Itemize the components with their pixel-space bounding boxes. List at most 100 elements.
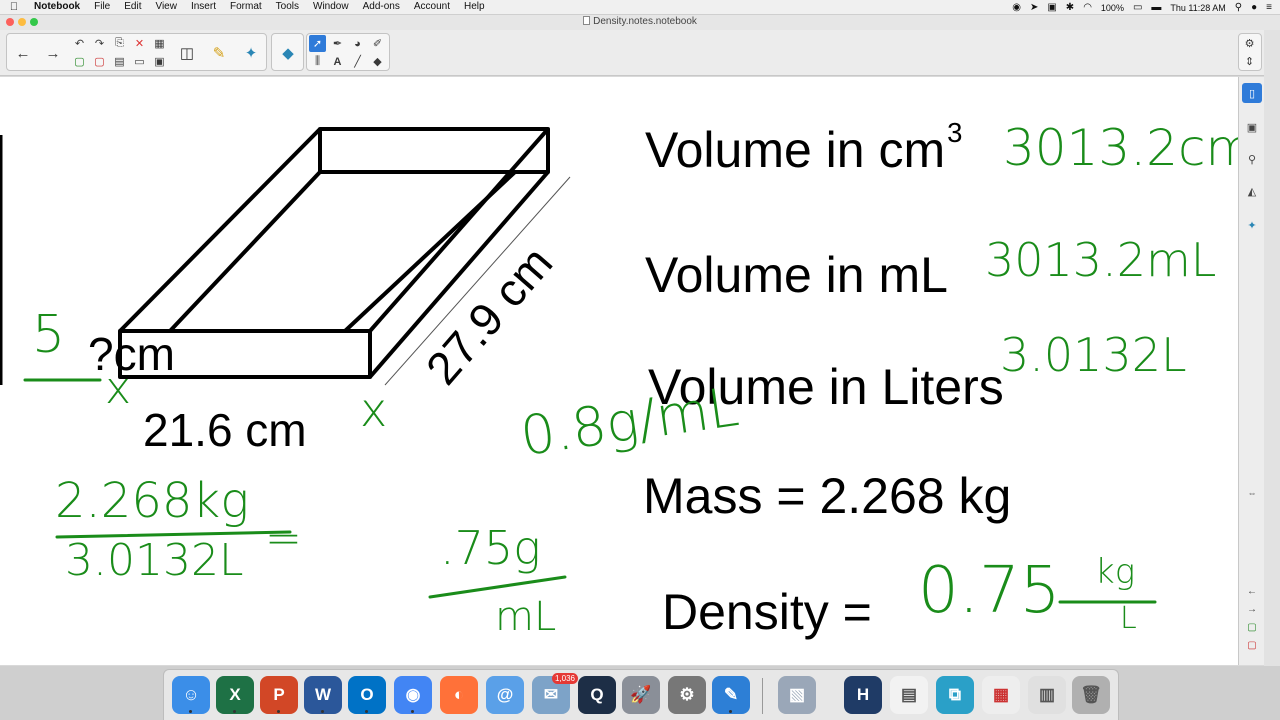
chrome-icon[interactable]: ◉: [394, 676, 432, 714]
menu-insert[interactable]: Insert: [184, 0, 223, 14]
save-icon[interactable]: ▤: [111, 53, 128, 70]
ink-answer-ml[interactable]: 3013.2mL: [985, 237, 1216, 283]
addons-icon[interactable]: ✦: [239, 41, 263, 65]
mail-icon[interactable]: @: [486, 676, 524, 714]
notebook-page[interactable]: Volume in cm3 Volume in mL Volume in Lit…: [0, 77, 1238, 665]
sidebar-add-page-icon[interactable]: ▢: [1242, 617, 1262, 637]
h-app-icon[interactable]: H: [844, 676, 882, 714]
ink-equals[interactable]: =: [265, 517, 302, 561]
label-volume-cm[interactable]: Volume in cm3: [645, 119, 962, 175]
lesson-activity-icon[interactable]: ◆: [276, 41, 300, 65]
move-left-icon[interactable]: ←: [1242, 581, 1262, 601]
word-icon[interactable]: W: [304, 676, 342, 714]
menu-addons[interactable]: Add-ons: [356, 0, 407, 14]
menu-account[interactable]: Account: [407, 0, 457, 14]
wifi-icon[interactable]: ◠: [1083, 1, 1092, 15]
excel-icon[interactable]: X: [216, 676, 254, 714]
bluetooth-icon[interactable]: ✱: [1066, 1, 1074, 15]
ink-answer-cm3[interactable]: 3013.2cm3: [1003, 120, 1238, 173]
label-volume-ml[interactable]: Volume in mL: [645, 250, 948, 300]
notebook-app-icon[interactable]: ✎: [712, 676, 750, 714]
table-icon[interactable]: ▦: [151, 35, 168, 52]
menu-app-name[interactable]: Notebook: [28, 0, 87, 14]
sidebar-delete-page-icon[interactable]: ▢: [1242, 635, 1262, 655]
gallery-icon[interactable]: ▣: [1242, 117, 1262, 137]
undo-icon[interactable]: ↶: [71, 35, 88, 52]
finder-icon[interactable]: ☺: [172, 676, 210, 714]
screen-recorder-icon[interactable]: ⧉: [936, 676, 974, 714]
location-icon[interactable]: ➤: [1030, 1, 1038, 15]
menu-edit[interactable]: Edit: [117, 0, 148, 14]
battery-icon[interactable]: ▭: [1133, 1, 1142, 15]
clock[interactable]: Thu 11:28 AM: [1170, 3, 1225, 13]
text-tool-icon[interactable]: A: [329, 53, 346, 70]
sidebar-expand-icon[interactable]: ⇔: [1242, 483, 1262, 503]
mail-stamp-icon[interactable]: ✉ 1,036: [532, 673, 578, 714]
menu-format[interactable]: Format: [223, 0, 269, 14]
ink-x-mark-1[interactable]: x: [105, 367, 131, 411]
spotlight-icon[interactable]: ⚲: [1235, 1, 1242, 15]
ink-answer-l[interactable]: 3.0132L: [1000, 332, 1187, 378]
apple-menu-icon[interactable]: : [0, 1, 28, 13]
system-preferences-icon[interactable]: ⚙: [668, 676, 706, 714]
eraser-icon[interactable]: ◆: [369, 53, 386, 70]
label-density[interactable]: Density =: [662, 587, 872, 637]
ink-density-unit-top[interactable]: kg: [1095, 555, 1135, 589]
document-file-icon[interactable]: ▤: [890, 676, 928, 714]
ink-density-answer[interactable]: 0.75: [918, 559, 1061, 623]
box-width-label[interactable]: 21.6 cm: [143, 407, 307, 453]
ink-height-answer[interactable]: 5: [32, 309, 65, 361]
record-icon[interactable]: ◉: [1012, 1, 1021, 15]
powerpoint-icon[interactable]: P: [260, 676, 298, 714]
pen-tool-icon[interactable]: ✒: [329, 35, 346, 52]
menu-window[interactable]: Window: [306, 0, 356, 14]
menu-help[interactable]: Help: [457, 0, 492, 14]
image-icon[interactable]: ▣: [151, 53, 168, 70]
lock-icon[interactable]: ▣: [1047, 1, 1056, 15]
move-right-icon[interactable]: →: [1242, 599, 1262, 619]
menu-view[interactable]: View: [148, 0, 184, 14]
file-thumbnail-2-icon[interactable]: ▥: [1028, 676, 1066, 714]
add-page-icon[interactable]: ▢: [71, 53, 88, 70]
menu-tools[interactable]: Tools: [269, 0, 306, 14]
ink-density-unit-bottom[interactable]: L: [1120, 604, 1137, 634]
toolbar-toggle-icon[interactable]: ⇕: [1241, 53, 1258, 70]
forward-arrow-icon[interactable]: →: [41, 41, 65, 65]
redo-icon[interactable]: ↷: [91, 35, 108, 52]
back-arrow-icon[interactable]: ←: [11, 41, 35, 65]
ink-result-numerator[interactable]: .75g: [440, 525, 541, 571]
shape-pen-icon[interactable]: ◕: [349, 35, 366, 52]
line-tool-icon[interactable]: ╱: [349, 53, 366, 70]
battery-percent[interactable]: 100%: [1101, 3, 1124, 13]
page-sorter-icon[interactable]: ▯: [1242, 83, 1262, 103]
addons-panel-icon[interactable]: ✦: [1242, 215, 1262, 235]
screen-shade-icon[interactable]: ▭: [131, 53, 148, 70]
magic-pen-icon[interactable]: ✐: [369, 35, 386, 52]
paste-icon[interactable]: ⎘: [111, 35, 128, 52]
label-mass[interactable]: Mass = 2.268 kg: [643, 471, 1011, 521]
box-height-label[interactable]: ?cm: [88, 331, 175, 377]
trash-icon[interactable]: 🗑: [1072, 676, 1110, 714]
ink-fraction-denominator[interactable]: 3.0132L: [65, 539, 243, 583]
document-camera-icon[interactable]: ◫: [175, 41, 199, 65]
outlook-icon[interactable]: O: [348, 676, 386, 714]
settings-gear-icon[interactable]: ⚙: [1241, 35, 1258, 52]
response-icon[interactable]: ✎: [207, 41, 231, 65]
ink-fraction-numerator[interactable]: 2.268kg: [55, 477, 249, 525]
delete-page-icon[interactable]: ▢: [91, 53, 108, 70]
launchpad-icon[interactable]: 🚀: [622, 676, 660, 714]
attachments-icon[interactable]: ⚲: [1242, 149, 1262, 169]
notification-center-icon[interactable]: ≡: [1266, 1, 1272, 15]
file-thumbnail-1-icon[interactable]: ▦: [982, 676, 1020, 714]
menu-file[interactable]: File: [87, 0, 117, 14]
firefox-icon[interactable]: ◐: [440, 676, 478, 714]
lines-tool-icon[interactable]: ⫼: [309, 53, 326, 70]
user-icon[interactable]: ●: [1251, 1, 1257, 15]
flag-icon[interactable]: ▬: [1151, 1, 1161, 15]
select-tool-icon[interactable]: ➚: [309, 35, 326, 52]
ink-result-denominator[interactable]: mL: [495, 597, 556, 637]
ink-x-mark-2[interactable]: x: [360, 387, 387, 433]
quicktime-icon[interactable]: Q: [578, 676, 616, 714]
delete-icon[interactable]: ✕: [131, 35, 148, 52]
properties-icon[interactable]: ◭: [1242, 181, 1262, 201]
